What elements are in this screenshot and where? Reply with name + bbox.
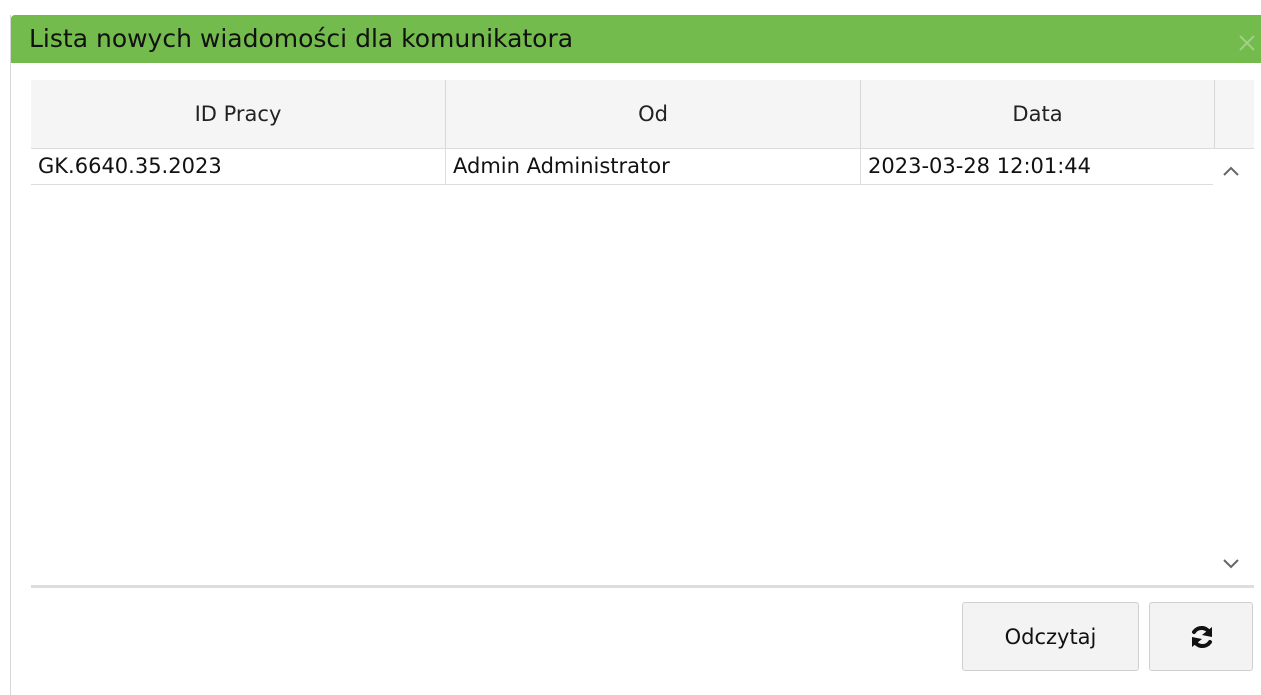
column-header-id-pracy[interactable]: ID Pracy xyxy=(31,80,446,148)
dialog-title: Lista nowych wiadomości dla komunikatora xyxy=(29,24,574,53)
cell-data: 2023-03-28 12:01:44 xyxy=(868,154,1092,178)
refresh-icon xyxy=(1192,626,1212,648)
chevron-down-icon[interactable] xyxy=(1221,554,1241,574)
messages-dialog: Lista nowych wiadomości dla komunikatora… xyxy=(10,15,1261,695)
close-icon[interactable] xyxy=(1236,32,1258,54)
column-header-data[interactable]: Data xyxy=(861,80,1215,148)
read-button[interactable]: Odczytaj xyxy=(962,602,1139,671)
messages-grid: ID Pracy Od Data GK.6640.35.2023 Admin A… xyxy=(31,80,1254,588)
table-row[interactable]: GK.6640.35.2023 Admin Administrator 2023… xyxy=(31,149,1213,185)
refresh-button[interactable] xyxy=(1149,602,1253,671)
grid-header: ID Pracy Od Data xyxy=(31,80,1254,149)
column-header-od[interactable]: Od xyxy=(446,80,861,148)
chevron-up-icon[interactable] xyxy=(1221,161,1241,181)
column-header-spacer xyxy=(1215,80,1254,148)
cell-od: Admin Administrator xyxy=(446,149,861,184)
dialog-titlebar: Lista nowych wiadomości dla komunikatora xyxy=(11,15,1261,63)
cell-id-pracy: GK.6640.35.2023 xyxy=(31,149,446,184)
